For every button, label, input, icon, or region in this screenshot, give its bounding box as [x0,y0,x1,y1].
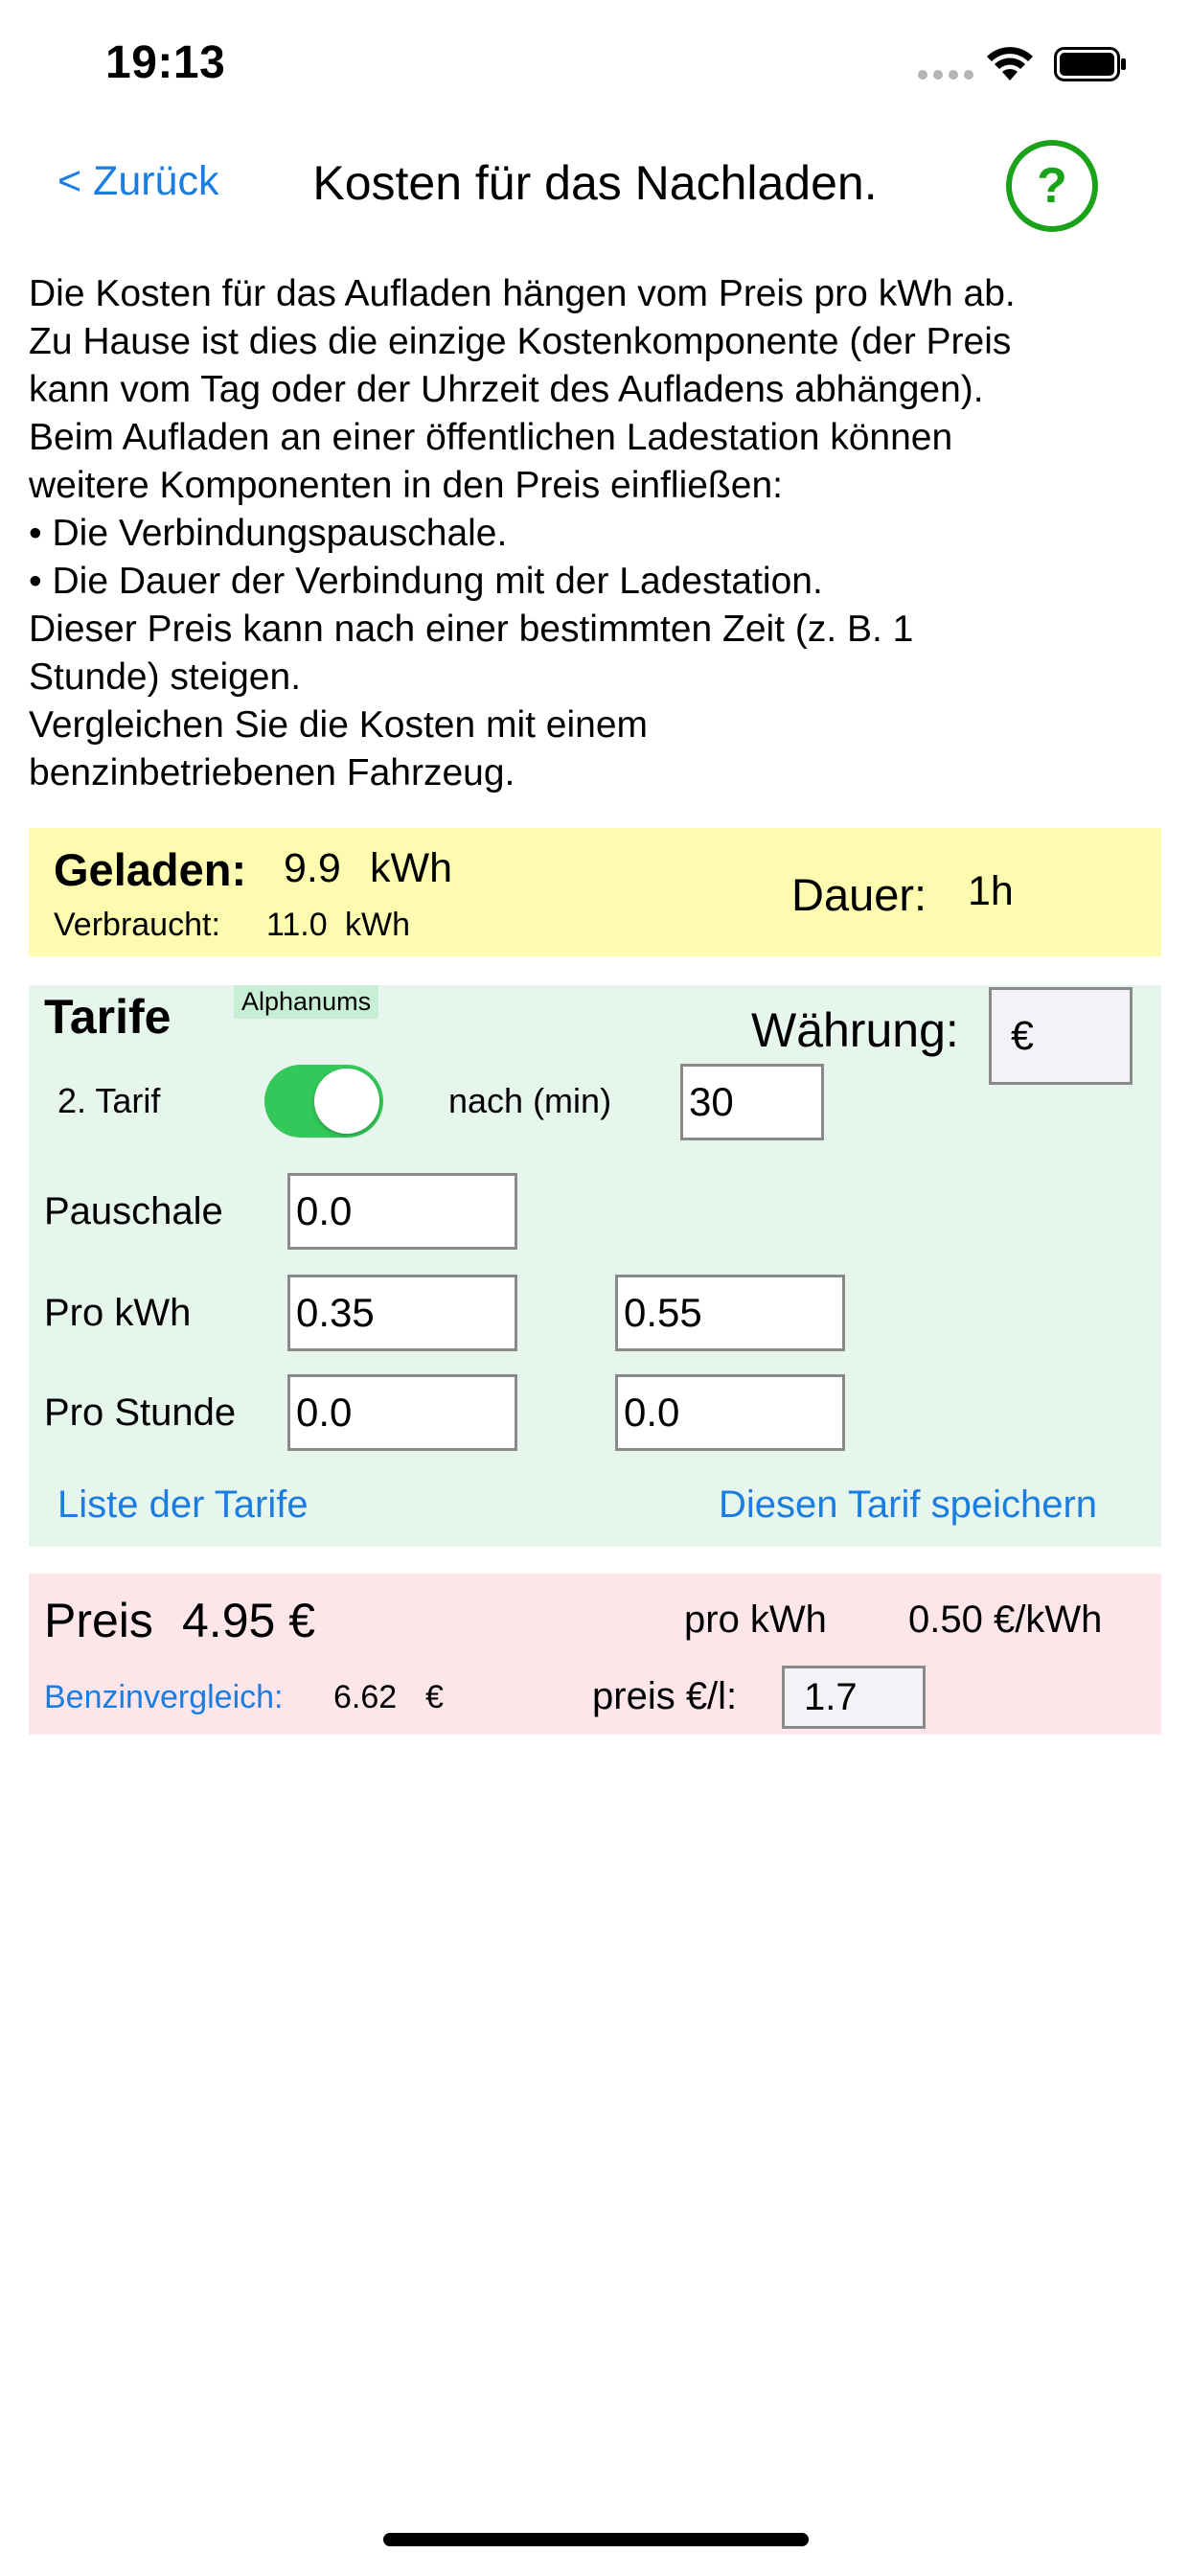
price-per-kwh-value: 0.50 €/kWh [908,1598,1103,1641]
after-minutes-label: nach (min) [448,1081,612,1120]
save-tariff-link[interactable]: Diesen Tarif speichern [719,1484,1097,1527]
intro-line: Dieser Preis kann nach einer bestimmten … [29,609,914,650]
toggle-knob [314,1069,379,1134]
duration-value: 1h [968,868,1014,914]
intro-line: Beim Aufladen an einer öffentlichen Lade… [29,417,953,458]
intro-line: Zu Hause ist dies die einzige Kostenkomp… [29,321,1012,362]
charged-label: Geladen: [54,844,247,895]
currency-field[interactable]: € [989,987,1133,1085]
status-time: 19:13 [105,37,226,88]
flat-fee-field[interactable]: 0.0 [287,1173,517,1250]
duration-label: Dauer: [791,869,927,920]
fuel-compare-link[interactable]: Benzinvergleich: [44,1679,283,1716]
fuel-price-field[interactable]: 1.7 [782,1666,926,1729]
tariff-title: Tarife [44,990,172,1044]
per-kwh-field-2[interactable]: 0.55 [615,1275,845,1351]
price-panel: Preis 4.95 € pro kWh 0.50 €/kWh Benzinve… [29,1574,1161,1735]
status-bar: 19:13 [0,0,1190,134]
second-tariff-label: 2. Tarif [57,1081,161,1120]
cellular-signal-icon [918,70,973,80]
fuel-price-label: preis €/l: [592,1675,738,1717]
intro-line: kann vom Tag oder der Uhrzeit des Auflad… [29,369,984,410]
intro-line: • Die Verbindungspauschale. [29,513,508,554]
help-button[interactable]: ? [1006,140,1098,232]
intro-line: Die Kosten für das Aufladen hängen vom P… [29,273,1016,314]
intro-line: weitere Komponenten in den Preis einflie… [29,465,783,506]
currency-label: Währung: [751,1003,959,1057]
used-value: 11.0 [266,907,328,943]
charge-summary-panel: Geladen: 9.9 kWh Verbraucht: 11.0 kWh Da… [29,828,1161,956]
flat-fee-label: Pauschale [44,1190,223,1232]
battery-icon [1054,47,1126,81]
intro-line: Vergleichen Sie die Kosten mit einem [29,704,649,746]
price-value: 4.95 € [182,1594,316,1647]
intro-line: • Die Dauer der Verbindung mit der Lades… [29,561,823,602]
per-hour-label: Pro Stunde [44,1392,237,1434]
charged-value: 9.9 [284,845,341,891]
after-minutes-field[interactable]: 30 [680,1064,824,1140]
used-label: Verbraucht: [54,907,220,943]
price-per-kwh-label: pro kWh [684,1598,827,1641]
per-kwh-field-1[interactable]: 0.35 [287,1275,517,1351]
per-hour-field-1[interactable]: 0.0 [287,1374,517,1451]
page-title-text: Kosten für das Nachladen. [312,156,878,210]
alphanums-badge[interactable]: Alphanums [234,985,379,1019]
tariff-panel: Tarife Alphanums Währung: € 2. Tarif nac… [29,985,1161,1547]
price-label: Preis [44,1594,153,1647]
intro-line: benzinbetriebenen Fahrzeug. [29,752,515,794]
used-unit: kWh [345,907,410,943]
home-indicator[interactable] [383,2533,809,2546]
second-tariff-toggle[interactable] [264,1065,383,1138]
charged-unit: kWh [370,845,452,891]
intro-text: Die Kosten für das Aufladen hängen vom P… [29,270,1169,797]
wifi-icon [987,47,1033,80]
per-kwh-label: Pro kWh [44,1292,192,1334]
fuel-compare-unit: € [425,1679,444,1715]
tariff-list-link[interactable]: Liste der Tarife [57,1484,309,1527]
fuel-compare-value: 6.62 [333,1679,398,1715]
intro-line: Stunde) steigen. [29,656,302,698]
per-hour-field-2[interactable]: 0.0 [615,1374,845,1451]
